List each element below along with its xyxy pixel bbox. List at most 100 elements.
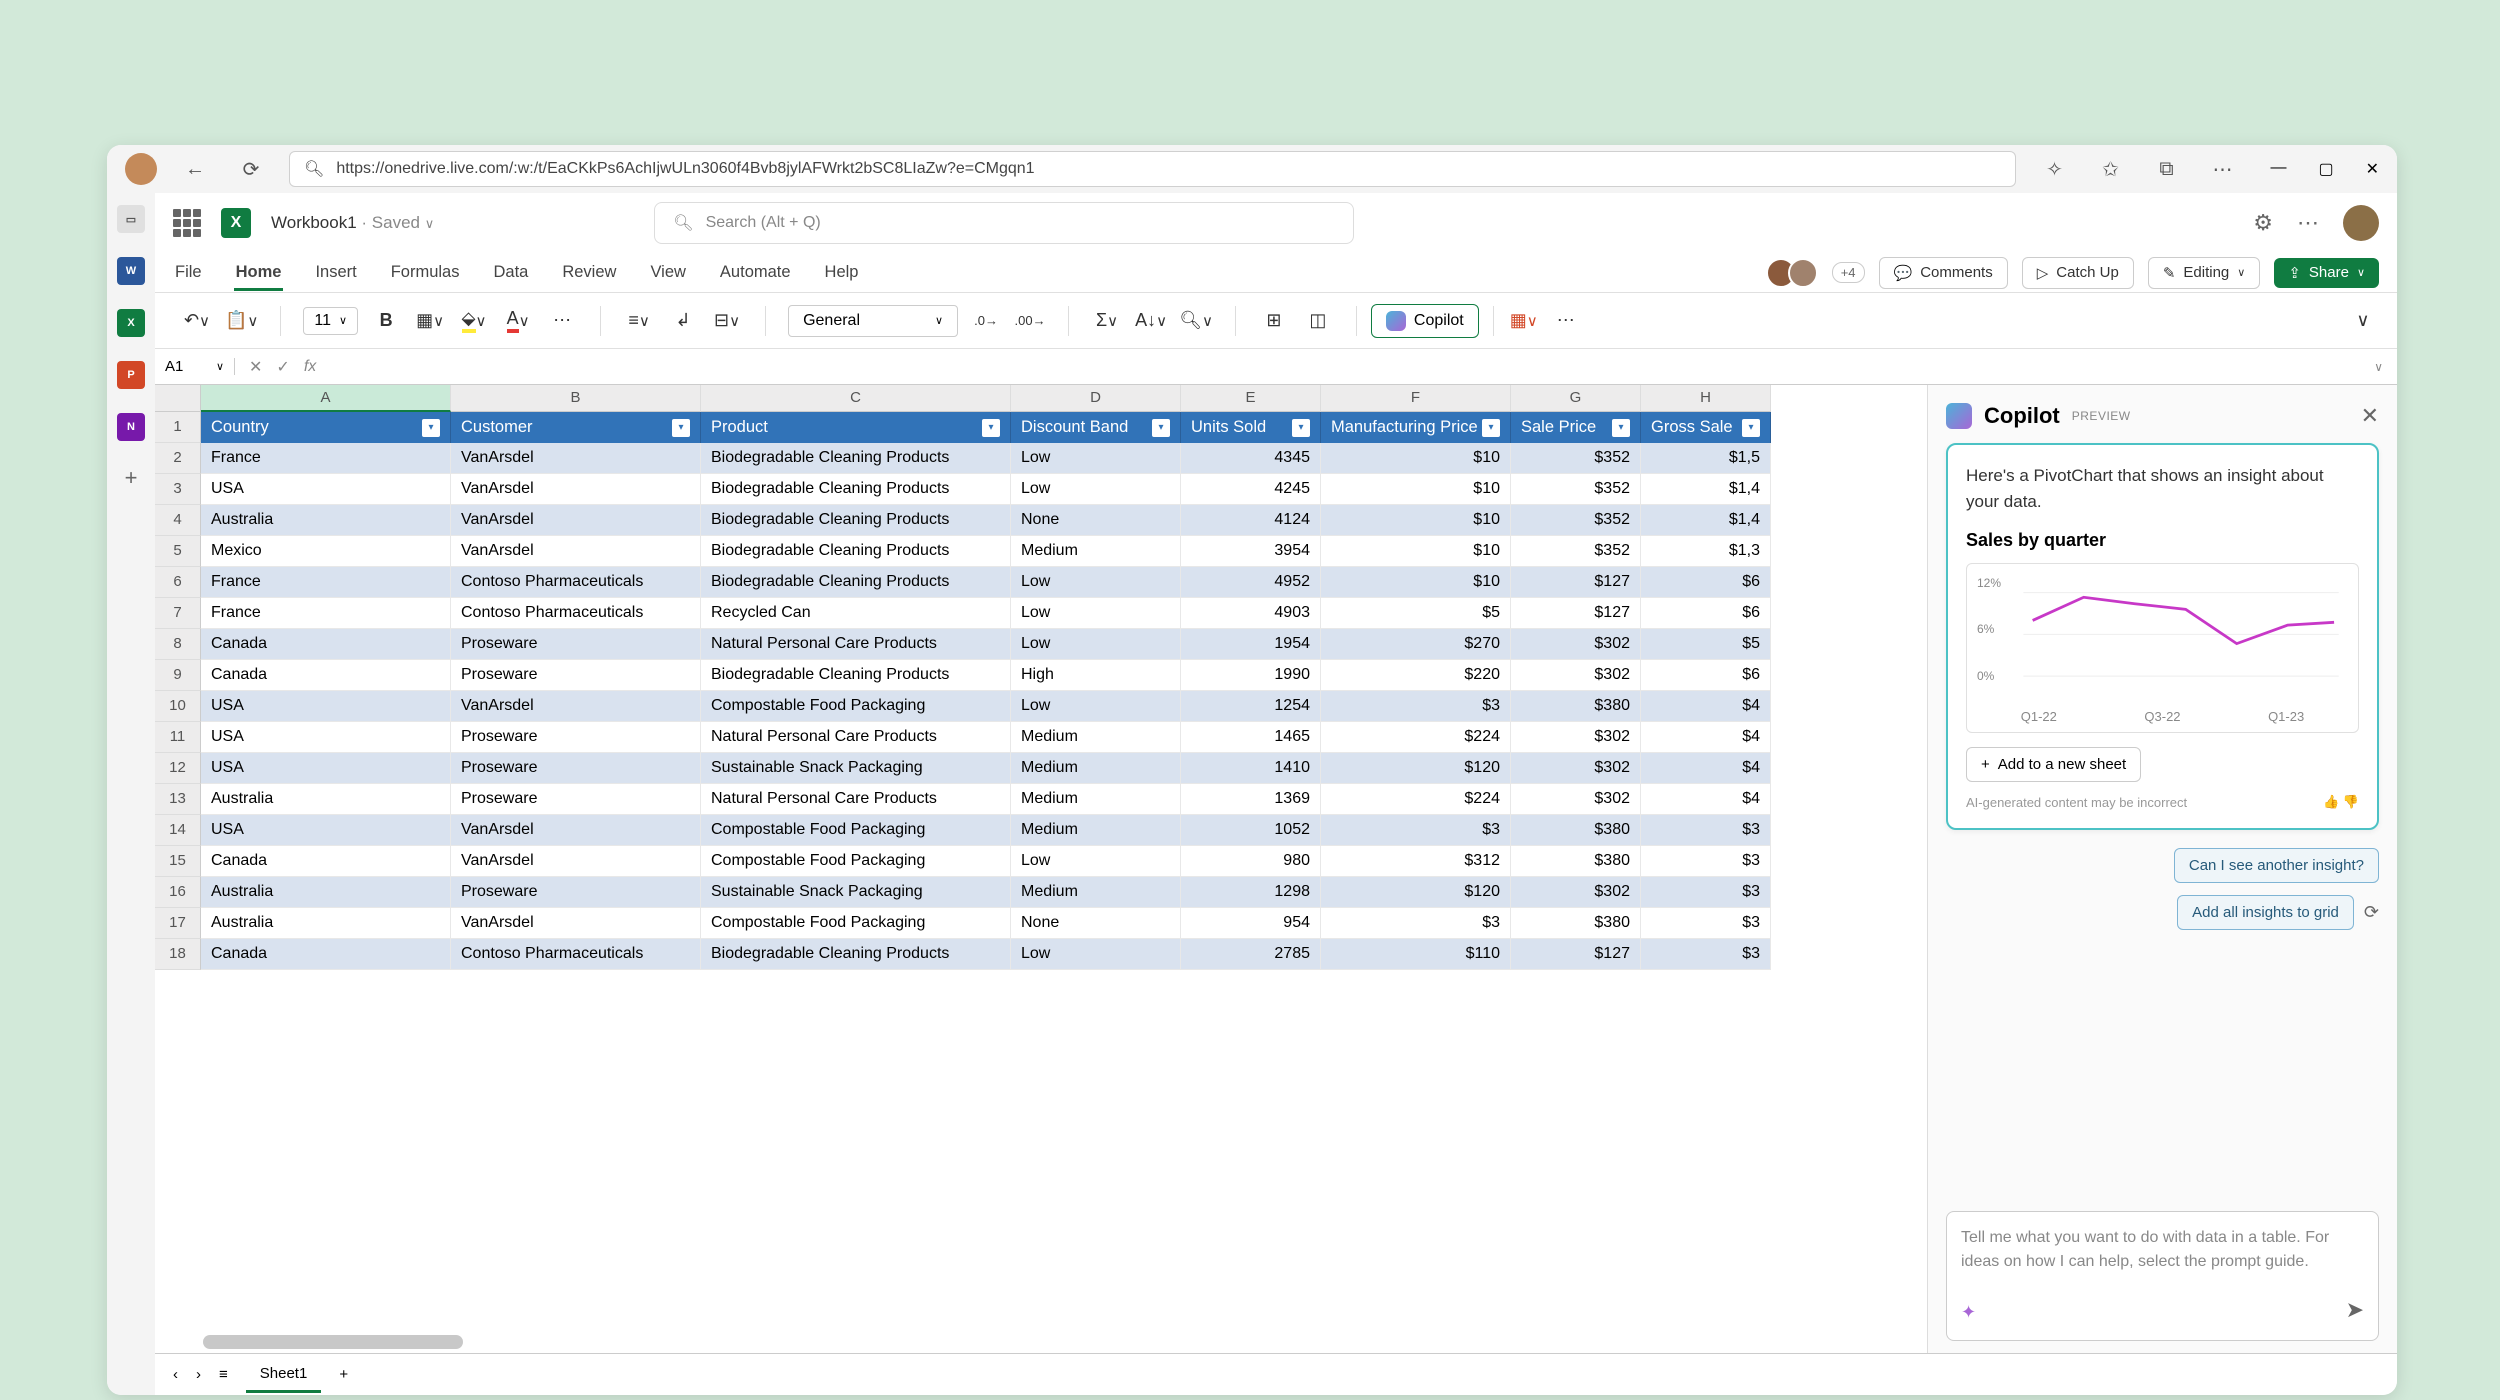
add-sheet-icon[interactable]: + — [339, 1366, 348, 1383]
cell[interactable]: Medium — [1011, 753, 1181, 784]
cell[interactable]: 4952 — [1181, 567, 1321, 598]
tab-formulas[interactable]: Formulas — [389, 263, 462, 282]
table-header[interactable]: Units Sold▾ — [1181, 412, 1321, 443]
cell[interactable]: Australia — [201, 505, 451, 536]
cell[interactable]: VanArsdel — [451, 908, 701, 939]
cell[interactable]: $10 — [1321, 443, 1511, 474]
cell[interactable]: Sustainable Snack Packaging — [701, 877, 1011, 908]
cell[interactable]: $302 — [1511, 722, 1641, 753]
cell[interactable]: $224 — [1321, 722, 1511, 753]
column-header[interactable]: D — [1011, 385, 1181, 412]
cell[interactable]: Biodegradable Cleaning Products — [701, 474, 1011, 505]
presence-count[interactable]: +4 — [1832, 262, 1865, 283]
cell[interactable]: $220 — [1321, 660, 1511, 691]
more-icon[interactable]: ⋯ — [2297, 210, 2319, 236]
cell[interactable]: $10 — [1321, 536, 1511, 567]
close-button[interactable]: ✕ — [2366, 159, 2379, 179]
column-header[interactable]: B — [451, 385, 701, 412]
cell[interactable]: $380 — [1511, 815, 1641, 846]
cell[interactable]: Low — [1011, 939, 1181, 970]
suggestion-another-insight[interactable]: Can I see another insight? — [2174, 848, 2379, 883]
document-title[interactable]: Workbook1 · Saved ∨ — [271, 213, 434, 233]
font-color-button[interactable]: A∨ — [502, 304, 534, 338]
cell[interactable]: Contoso Pharmaceuticals — [451, 598, 701, 629]
cancel-formula-icon[interactable]: ✕ — [249, 357, 262, 377]
tab-home[interactable]: Home — [234, 263, 284, 291]
increase-decimal-button[interactable]: .0→ — [970, 304, 1002, 338]
cell[interactable]: $127 — [1511, 939, 1641, 970]
cell[interactable]: $3 — [1321, 691, 1511, 722]
cell[interactable]: 4345 — [1181, 443, 1321, 474]
cell[interactable]: $302 — [1511, 753, 1641, 784]
cell[interactable]: Compostable Food Packaging — [701, 691, 1011, 722]
cell[interactable]: $6 — [1641, 660, 1771, 691]
cell[interactable]: VanArsdel — [451, 691, 701, 722]
fill-color-button[interactable]: ⬙∨ — [458, 304, 490, 338]
merge-button[interactable]: ⊟∨ — [711, 304, 743, 338]
cell[interactable]: $270 — [1321, 629, 1511, 660]
minimize-button[interactable]: — — [2270, 159, 2286, 179]
cell[interactable]: $1,3 — [1641, 536, 1771, 567]
row-header[interactable]: 9 — [155, 660, 201, 691]
table-header[interactable]: Discount Band▾ — [1011, 412, 1181, 443]
cell[interactable]: VanArsdel — [451, 815, 701, 846]
cell[interactable]: VanArsdel — [451, 846, 701, 877]
cell[interactable]: $4 — [1641, 753, 1771, 784]
cell[interactable]: Australia — [201, 784, 451, 815]
cell[interactable]: $302 — [1511, 660, 1641, 691]
comments-button[interactable]: 💬Comments — [1879, 257, 2008, 289]
copilot-button[interactable]: Copilot — [1371, 304, 1479, 338]
cell[interactable]: Proseware — [451, 784, 701, 815]
table-header[interactable]: Manufacturing Price▾ — [1321, 412, 1511, 443]
cell[interactable]: $380 — [1511, 846, 1641, 877]
cell[interactable]: Medium — [1011, 877, 1181, 908]
word-icon[interactable]: W — [117, 257, 145, 285]
decrease-decimal-button[interactable]: .00→ — [1014, 304, 1046, 338]
cell[interactable]: France — [201, 567, 451, 598]
expand-formula-icon[interactable]: ∨ — [2360, 360, 2397, 374]
cell[interactable]: Recycled Can — [701, 598, 1011, 629]
row-header[interactable]: 12 — [155, 753, 201, 784]
cell[interactable]: Biodegradable Cleaning Products — [701, 536, 1011, 567]
cell[interactable]: USA — [201, 753, 451, 784]
settings-icon[interactable]: ⚙ — [2253, 210, 2273, 236]
cell[interactable]: None — [1011, 505, 1181, 536]
cell[interactable]: Contoso Pharmaceuticals — [451, 939, 701, 970]
cell[interactable]: USA — [201, 722, 451, 753]
cell[interactable]: $380 — [1511, 908, 1641, 939]
cell[interactable]: $302 — [1511, 784, 1641, 815]
cell[interactable]: None — [1011, 908, 1181, 939]
cell[interactable]: $5 — [1321, 598, 1511, 629]
cell[interactable]: High — [1011, 660, 1181, 691]
all-sheets-icon[interactable]: ≡ — [219, 1366, 228, 1383]
column-header[interactable]: F — [1321, 385, 1511, 412]
cell[interactable]: 2785 — [1181, 939, 1321, 970]
cell[interactable]: $110 — [1321, 939, 1511, 970]
cell[interactable]: Proseware — [451, 660, 701, 691]
cell[interactable]: 1254 — [1181, 691, 1321, 722]
refresh-suggestions-icon[interactable]: ⟳ — [2364, 902, 2379, 923]
row-header[interactable]: 14 — [155, 815, 201, 846]
cell[interactable]: Canada — [201, 939, 451, 970]
cell[interactable]: Biodegradable Cleaning Products — [701, 443, 1011, 474]
maximize-button[interactable]: ▢ — [2318, 159, 2333, 179]
tab-review[interactable]: Review — [560, 263, 618, 282]
cell[interactable]: Australia — [201, 908, 451, 939]
filter-icon[interactable]: ▾ — [672, 419, 690, 437]
collapse-ribbon-icon[interactable]: ∨ — [2347, 304, 2379, 338]
cell[interactable]: Natural Personal Care Products — [701, 629, 1011, 660]
cell[interactable]: Proseware — [451, 722, 701, 753]
catch-up-button[interactable]: ▷Catch Up — [2022, 257, 2134, 289]
close-pane-icon[interactable]: ✕ — [2361, 403, 2379, 429]
next-sheet-icon[interactable]: › — [196, 1366, 201, 1383]
excel-app-icon[interactable]: X — [221, 208, 251, 238]
enter-formula-icon[interactable]: ✓ — [276, 357, 289, 377]
cell[interactable]: Proseware — [451, 877, 701, 908]
cell[interactable]: $6 — [1641, 598, 1771, 629]
cell[interactable]: $3 — [1321, 908, 1511, 939]
cell[interactable]: VanArsdel — [451, 443, 701, 474]
row-header[interactable]: 8 — [155, 629, 201, 660]
cell[interactable]: $302 — [1511, 629, 1641, 660]
row-header[interactable]: 11 — [155, 722, 201, 753]
tab-view[interactable]: View — [648, 263, 687, 282]
